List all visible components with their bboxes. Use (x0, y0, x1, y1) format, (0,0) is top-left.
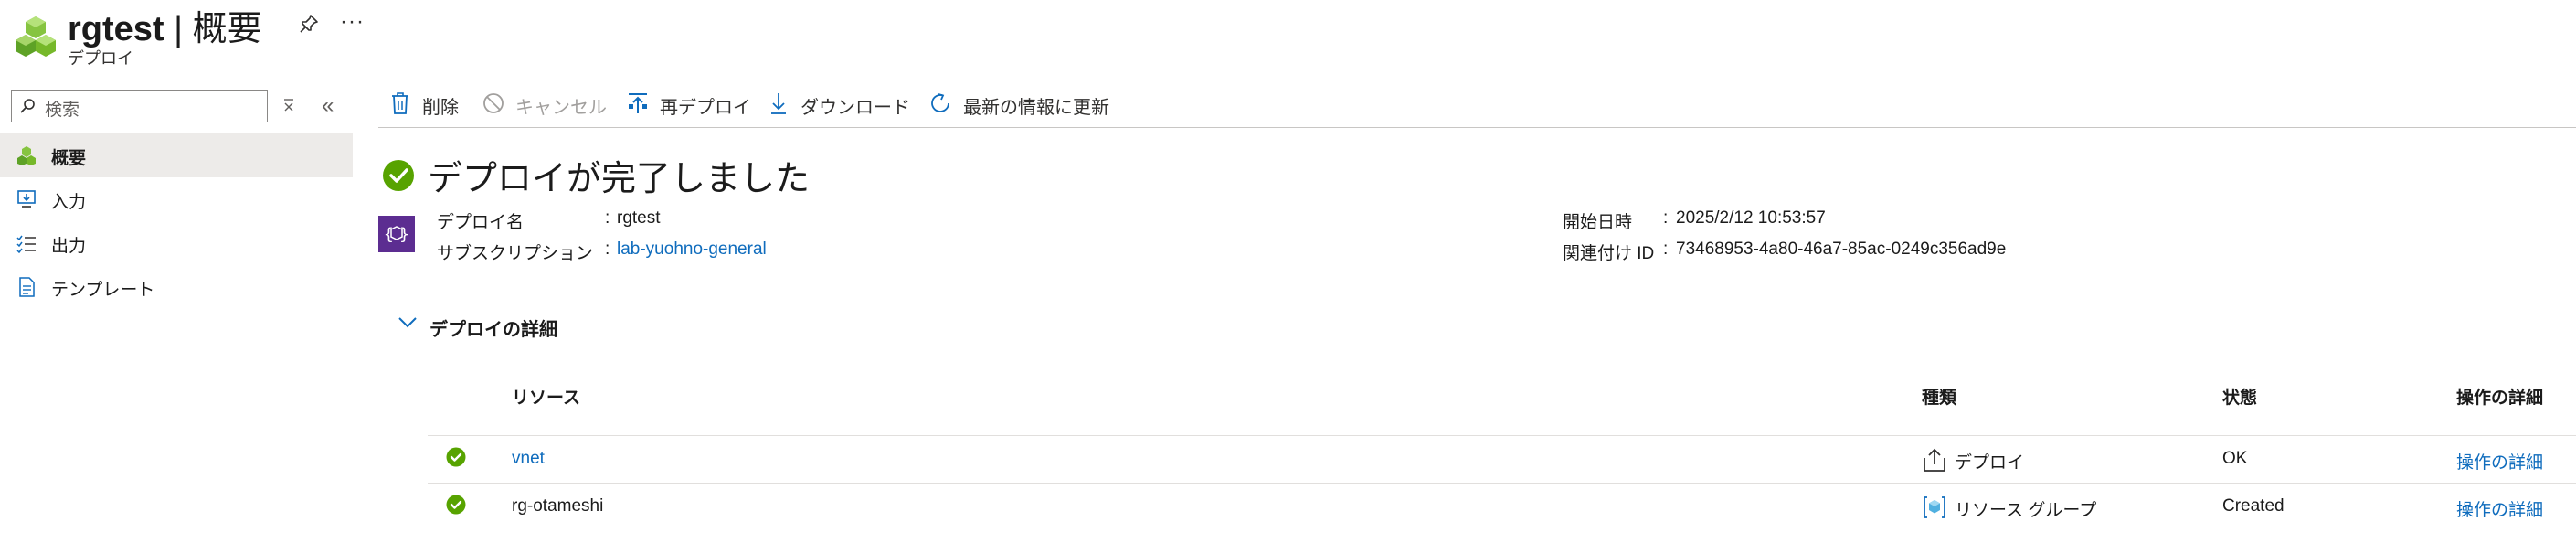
download-button[interactable]: ダウンロード (768, 90, 923, 118)
command-bar: 削除 キャンセル 再デプロイ ダウンロード 最新の情報に更新 (378, 84, 2576, 122)
download-label: ダウンロード (800, 98, 910, 118)
page-subtitle: デプロイ (68, 49, 133, 68)
deployment-status-title: デプロイが完了しました (428, 160, 811, 198)
colon: : (605, 240, 610, 259)
correlation-id-value: 73468953-4a80-46a7-85ac-0249c356ad9e (1676, 240, 2007, 259)
resource-type: リソース グループ (1955, 501, 2097, 520)
toolbar-divider (378, 127, 2576, 128)
resource-link[interactable]: vnet (512, 449, 545, 469)
column-header-operation: 操作の詳細 (2456, 389, 2544, 408)
resource-status: OK (2222, 449, 2248, 468)
subscription-link[interactable]: lab-yuohno-general (617, 240, 767, 260)
search-box[interactable]: 検索 (11, 90, 268, 122)
resource-group-icon (1924, 496, 1945, 518)
search-placeholder: 検索 (45, 101, 80, 120)
cancel-icon (483, 93, 504, 113)
start-time-row: 開始日時 : 2025/2/12 10:53:57 (1563, 208, 2385, 232)
delete-label: 削除 (422, 98, 459, 118)
collapse-sidebar-icon[interactable]: « (322, 93, 334, 119)
outputs-icon (16, 235, 36, 253)
clear-filter-icon[interactable] (281, 95, 296, 115)
cancel-button[interactable]: キャンセル (482, 90, 620, 118)
success-check-icon (446, 447, 466, 467)
table-row: rg-otameshi リソース グループ Created 操作の詳細 (428, 483, 2576, 530)
column-header-status: 状態 (2222, 389, 2258, 408)
resource-status: Created (2222, 496, 2284, 516)
deployment-upload-icon (1924, 448, 1945, 472)
page-title: rgtest | 概要 (68, 0, 262, 50)
correlation-id-label: 関連付け ID (1563, 244, 1655, 263)
delete-button[interactable]: 削除 (389, 90, 477, 118)
start-time-value: 2025/2/12 10:53:57 (1676, 208, 1826, 228)
sidebar-nav: 概要 入力 出力 テンプレート (0, 133, 353, 309)
page-name: 概要 (192, 10, 262, 48)
column-header-resource: リソース (512, 389, 581, 408)
deployment-details-toggle[interactable]: デプロイの詳細 (429, 314, 557, 341)
svg-text:{ }: { } (384, 225, 410, 244)
redeploy-icon (629, 93, 647, 113)
deploy-name-label: デプロイ名 (437, 213, 525, 232)
overview-icon (17, 146, 36, 165)
resource-name: rg-otameshi (512, 496, 604, 516)
start-time-label: 開始日時 (1563, 213, 1633, 232)
sidebar-item-outputs[interactable]: 出力 (0, 221, 353, 265)
subscription-label: サブスクリプション (437, 244, 594, 263)
deploy-name-value: rgtest (617, 208, 661, 228)
inputs-icon (17, 190, 36, 208)
redeploy-label: 再デプロイ (660, 98, 751, 118)
colon: : (605, 208, 610, 228)
operation-details-link[interactable]: 操作の詳細 (2456, 496, 2543, 521)
success-check-icon (446, 495, 466, 515)
sidebar-item-template[interactable]: テンプレート (0, 265, 353, 309)
deploy-name-row: デプロイ名 : rgtest (437, 208, 1168, 232)
cancel-label: キャンセル (515, 98, 607, 118)
sidebar: 検索 « 概要 入力 出力 テンプレート (0, 80, 353, 543)
sidebar-item-label: 概要 (51, 149, 87, 168)
operation-details-link[interactable]: 操作の詳細 (2456, 449, 2543, 474)
template-icon (19, 277, 35, 297)
title-separator: | (164, 10, 193, 48)
trash-icon (392, 92, 408, 114)
table-row: vnet デプロイ OK 操作の詳細 (428, 435, 2576, 483)
subscription-row: サブスクリプション : lab-yuohno-general (437, 240, 1168, 263)
search-icon (20, 99, 35, 113)
colon: : (1663, 240, 1669, 259)
refresh-button[interactable]: 最新の情報に更新 (930, 90, 1113, 118)
sidebar-item-label: テンプレート (51, 281, 155, 300)
column-header-type: 種類 (1922, 389, 1957, 408)
resource-name: rgtest (68, 10, 164, 48)
download-icon (771, 93, 786, 114)
colon: : (1663, 208, 1669, 228)
correlation-id-row: 関連付け ID : 73468953-4a80-46a7-85ac-0249c3… (1563, 240, 2385, 263)
success-check-icon (383, 160, 414, 191)
resource-type: デプロイ (1955, 453, 2025, 473)
more-options-icon[interactable]: ··· (340, 9, 365, 35)
chevron-down-icon[interactable] (397, 311, 419, 333)
sidebar-item-label: 入力 (51, 193, 87, 212)
sidebar-item-overview[interactable]: 概要 (0, 133, 353, 177)
refresh-label: 最新の情報に更新 (963, 98, 1109, 118)
resource-group-icon (16, 16, 56, 57)
pin-icon[interactable] (298, 13, 320, 35)
deployment-icon: { } (378, 216, 415, 252)
page-header: rgtest | 概要 デプロイ ··· (0, 0, 2576, 73)
sidebar-item-inputs[interactable]: 入力 (0, 177, 353, 221)
refresh-icon (931, 93, 949, 112)
sidebar-item-label: 出力 (51, 237, 87, 256)
redeploy-button[interactable]: 再デプロイ (627, 90, 764, 118)
